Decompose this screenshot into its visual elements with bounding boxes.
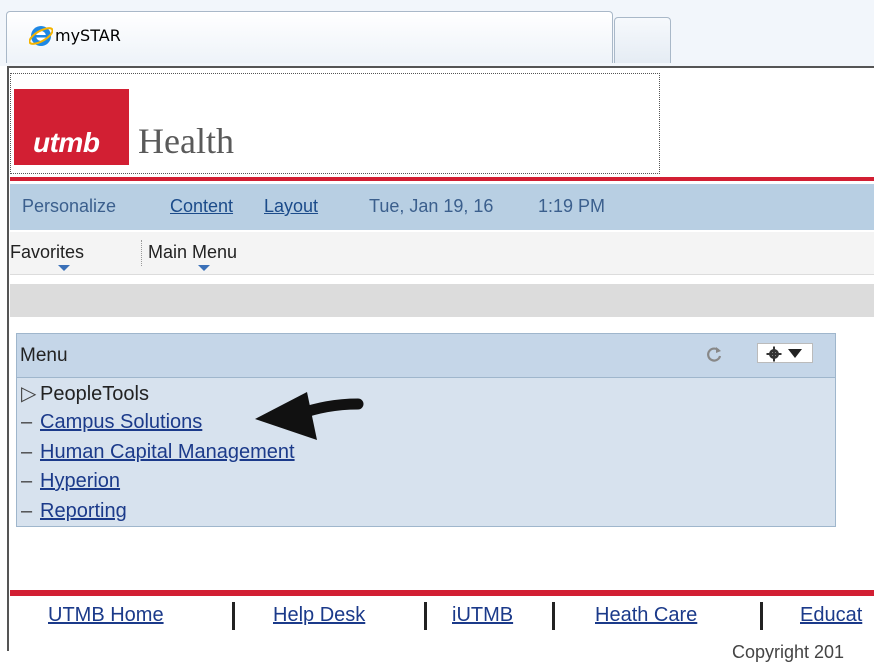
nav-separator xyxy=(141,240,143,266)
logo-health-text: Health xyxy=(138,121,234,161)
main-menu[interactable]: Main Menu xyxy=(148,242,237,263)
human-capital-management-link[interactable]: Human Capital Management xyxy=(40,441,295,463)
footer-separator xyxy=(424,602,427,630)
personalize-label: Personalize xyxy=(22,196,117,216)
footer-separator xyxy=(232,602,235,630)
footer-separator xyxy=(760,602,763,630)
browser-tab-strip: mySTAR xyxy=(0,0,874,66)
browser-tab-mystar[interactable]: mySTAR xyxy=(6,11,613,63)
footer: UTMB Home Help Desk iUTMB Heath Care Edu… xyxy=(10,596,874,662)
personalize-content-link[interactable]: Content xyxy=(170,196,233,217)
menu-item-hyperion[interactable]: – Hyperion xyxy=(21,470,120,493)
personalize-layout-link[interactable]: Layout xyxy=(264,196,318,217)
chevron-down-icon xyxy=(788,349,802,358)
copyright-text: Copyright 201 xyxy=(732,642,845,662)
current-time: 1:19 PM xyxy=(538,196,606,216)
footer-link-education[interactable]: Educat xyxy=(800,604,862,627)
expand-triangle-icon[interactable]: ▷ xyxy=(21,381,40,406)
tab-title: mySTAR xyxy=(55,26,121,45)
refresh-icon[interactable] xyxy=(704,344,724,364)
menu-title: Menu xyxy=(20,345,68,366)
menu-pagelet-header: Menu xyxy=(17,334,835,378)
navigation-bar: Favorites Main Menu xyxy=(10,232,874,275)
menu-bullet: – xyxy=(21,470,33,492)
menu-item-campus-solutions[interactable]: – Campus Solutions xyxy=(21,411,202,434)
pagelet-settings-button[interactable] xyxy=(757,343,813,363)
footer-separator xyxy=(552,602,555,630)
footer-link-utmb-home[interactable]: UTMB Home xyxy=(48,604,164,627)
menu-bullet: – xyxy=(21,500,33,522)
menu-item-label: PeopleTools xyxy=(40,383,149,405)
reporting-link[interactable]: Reporting xyxy=(40,500,127,522)
new-tab-button[interactable] xyxy=(614,17,671,63)
menu-item-peopletools[interactable]: ▷ PeopleTools xyxy=(21,381,149,406)
internet-explorer-icon xyxy=(29,26,53,46)
current-date: Tue, Jan 19, 16 xyxy=(369,196,494,216)
page-frame-top xyxy=(7,66,874,68)
menu-bullet: – xyxy=(21,411,33,433)
header-divider xyxy=(10,177,874,181)
favorites-chevron-down-icon[interactable] xyxy=(58,265,70,271)
menu-bullet: – xyxy=(21,441,33,463)
gear-icon xyxy=(766,346,782,362)
footer-link-help-desk[interactable]: Help Desk xyxy=(273,604,365,627)
main-menu-chevron-down-icon[interactable] xyxy=(198,265,210,271)
campus-solutions-link[interactable]: Campus Solutions xyxy=(40,411,202,433)
favorites-menu[interactable]: Favorites xyxy=(10,242,84,263)
menu-item-reporting[interactable]: – Reporting xyxy=(21,500,127,523)
hyperion-link[interactable]: Hyperion xyxy=(40,470,120,492)
toolbar-spacer xyxy=(10,284,874,317)
page-frame-left xyxy=(7,66,9,651)
footer-link-iutmb[interactable]: iUTMB xyxy=(452,604,513,627)
menu-pagelet: Menu ▷ PeopleTools – Campus Solutions – Hum… xyxy=(16,333,836,527)
logo-utmb-text: utmb xyxy=(33,127,100,158)
annotation-arrow-icon xyxy=(255,392,364,440)
menu-item-human-capital-management[interactable]: – Human Capital Management xyxy=(21,441,295,464)
footer-link-heath-care[interactable]: Heath Care xyxy=(595,604,697,627)
personalize-bar: Personalize Content Layout Tue, Jan 19, … xyxy=(10,184,874,230)
